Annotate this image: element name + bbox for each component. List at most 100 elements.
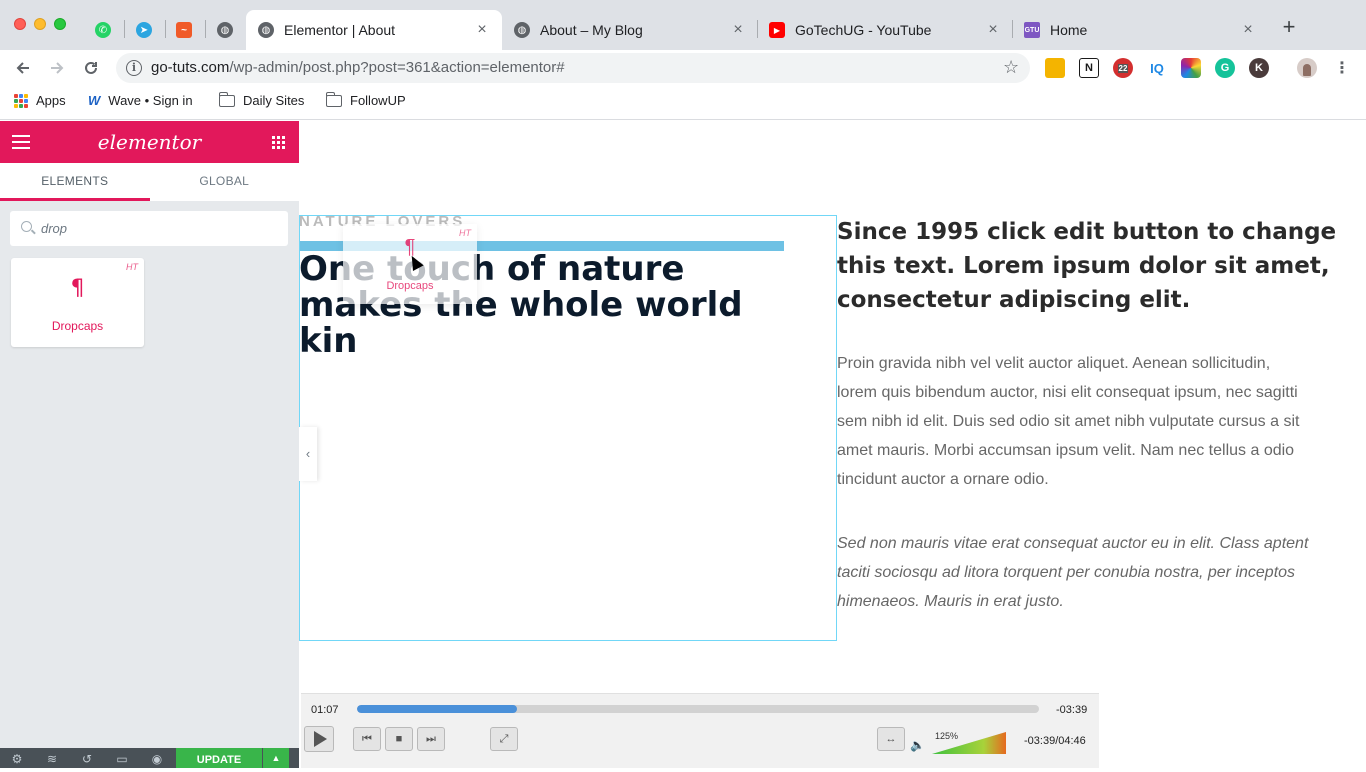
tab-elementor-about[interactable]: ◍ Elementor | About ×: [246, 10, 502, 50]
speaker-icon[interactable]: 🔈: [910, 738, 925, 752]
forward-button[interactable]: [45, 56, 69, 80]
widget-label: Dropcaps: [51, 319, 104, 333]
elementor-logo: elementor: [97, 130, 202, 154]
window-close-button[interactable]: [14, 18, 26, 30]
reload-button[interactable]: [79, 56, 103, 80]
analytics-icon: ~: [176, 22, 192, 38]
volume-percent: 125%: [935, 731, 959, 741]
whatsapp-icon: ✆: [95, 22, 111, 38]
new-tab-button[interactable]: +: [1278, 16, 1300, 38]
globe-icon: ◍: [514, 22, 530, 38]
tab-close-icon[interactable]: ×: [474, 21, 490, 39]
k-extension-icon[interactable]: K: [1249, 58, 1269, 78]
browser-menu-button[interactable]: ⋮: [1330, 56, 1354, 80]
widget-search-input[interactable]: drop: [10, 211, 288, 246]
search-icon: [21, 221, 32, 232]
window-minimize-button[interactable]: [34, 18, 46, 30]
widget-dropcaps[interactable]: HT ¶ Dropcaps: [11, 258, 144, 347]
tab-home[interactable]: GTU Home ×: [1012, 10, 1268, 50]
url-path: /wp-admin/post.php?post=361&action=eleme…: [229, 59, 565, 76]
browser-toolbar: i go-tuts.com/wp-admin/post.php?post=361…: [0, 50, 1366, 86]
paragraph-line: Sed non mauris vitae erat consequat auct…: [837, 535, 1309, 552]
fullscreen-button[interactable]: ⤢: [490, 727, 518, 751]
editor-canvas: NATURE LOVERS One touch of nature makes …: [299, 121, 1366, 768]
stretch-button[interactable]: ↔: [877, 727, 905, 751]
pinned-tab-telegram[interactable]: ➤: [125, 14, 163, 46]
tab-close-icon[interactable]: ×: [730, 21, 746, 39]
bookmarks-bar: Apps W Wave • Sign in Daily Sites Follow…: [0, 86, 1366, 120]
widgets-grid-icon[interactable]: [272, 136, 285, 149]
bookmark-apps[interactable]: Apps: [14, 93, 66, 108]
bookmark-followup[interactable]: FollowUP: [325, 91, 406, 108]
wave-icon: W: [88, 93, 101, 108]
folder-icon: [218, 91, 235, 107]
about-italic-paragraph[interactable]: Sed non mauris vitae erat consequat auct…: [837, 529, 1366, 616]
paragraph-line: lorem quis bibendum auctor, nisi elit co…: [837, 384, 1298, 401]
url-text[interactable]: go-tuts.com/wp-admin/post.php?post=361&a…: [151, 59, 565, 76]
tab-title: About – My Blog: [540, 22, 643, 38]
settings-gear-icon[interactable]: ⚙: [10, 752, 24, 766]
widget-badge: HT: [126, 262, 138, 272]
browser-tab-strip: ✆ ➤ ~ ◍ ◍ Elementor | About × ◍ About – …: [0, 0, 1366, 50]
apps-grid-icon: [14, 93, 28, 108]
update-options-caret-icon[interactable]: ▲: [263, 748, 289, 768]
bookmark-daily-sites[interactable]: Daily Sites: [218, 91, 305, 108]
pinned-tab-whatsapp[interactable]: ✆: [84, 14, 122, 46]
search-value: drop: [41, 221, 68, 236]
tab-title: Elementor | About: [284, 22, 396, 38]
about-heading[interactable]: Since 1995 click edit button to change t…: [837, 215, 1357, 317]
update-button[interactable]: UPDATE: [176, 748, 262, 768]
paragraph-line: himenaeos. Mauris in erat justo.: [837, 593, 1064, 610]
video-player-controls: 01:07 -03:39 ⏮ ■ ⏭ ⤢ ↔ 🔈 125% -03:39/04:…: [301, 693, 1099, 768]
about-paragraph[interactable]: Proin gravida nibh vel velit auctor aliq…: [837, 349, 1366, 494]
bookmark-label: FollowUP: [350, 93, 406, 108]
back-button[interactable]: [11, 56, 35, 80]
tab-title: GoTechUG - YouTube: [795, 22, 932, 38]
profile-avatar-icon[interactable]: [1297, 58, 1317, 78]
grammarly-extension-icon[interactable]: G: [1215, 58, 1235, 78]
tab-close-icon[interactable]: ×: [1240, 21, 1256, 39]
pinned-tab-globe[interactable]: ◍: [206, 14, 244, 46]
arrow-right-icon: [51, 62, 64, 74]
site-info-icon[interactable]: i: [126, 60, 142, 76]
bookmark-star-icon[interactable]: ☆: [1003, 57, 1019, 78]
tab-gotechug-youtube[interactable]: ▶ GoTechUG - YouTube ×: [757, 10, 1013, 50]
gtu-icon: GTU: [1024, 22, 1040, 38]
folder-icon: [325, 91, 342, 107]
globe-icon: ◍: [258, 22, 274, 38]
iq-extension-icon[interactable]: IQ: [1147, 58, 1167, 78]
address-bar[interactable]: i go-tuts.com/wp-admin/post.php?post=361…: [116, 53, 1030, 83]
n-extension-icon[interactable]: N: [1079, 58, 1099, 78]
seek-bar[interactable]: [357, 705, 1039, 713]
tab-global[interactable]: GLOBAL: [150, 163, 300, 201]
tab-about-my-blog[interactable]: ◍ About – My Blog ×: [502, 10, 758, 50]
paragraph-line: tincidunt auctor a ornare odio.: [837, 471, 1049, 488]
stop-button[interactable]: ■: [385, 727, 413, 751]
history-icon[interactable]: ↺: [80, 752, 94, 766]
panel-header: elementor: [0, 121, 299, 163]
previous-button[interactable]: ⏮: [353, 727, 381, 751]
bookmark-wave[interactable]: W Wave • Sign in: [88, 93, 193, 108]
navigator-layers-icon[interactable]: ≋: [45, 752, 59, 766]
notes-extension-icon[interactable]: [1045, 58, 1065, 78]
responsive-mode-icon[interactable]: ▭: [115, 752, 129, 766]
telegram-icon: ➤: [136, 22, 152, 38]
arrow-left-icon: [16, 62, 29, 74]
paragraph-line: taciti sociosqu ad litora torquent per c…: [837, 564, 1296, 581]
youtube-icon: ▶: [769, 22, 785, 38]
preview-eye-icon[interactable]: ◉: [150, 752, 164, 766]
next-button[interactable]: ⏭: [417, 727, 445, 751]
color-extension-icon[interactable]: [1181, 58, 1201, 78]
tab-elements[interactable]: ELEMENTS: [0, 163, 150, 201]
panel-collapse-button[interactable]: ‹: [299, 427, 317, 481]
pilcrow-icon: ¶: [70, 276, 85, 301]
window-zoom-button[interactable]: [54, 18, 66, 30]
abp-extension-icon[interactable]: 22: [1113, 58, 1133, 78]
panel-tabs: ELEMENTS GLOBAL: [0, 163, 299, 201]
tab-close-icon[interactable]: ×: [985, 21, 1001, 39]
seek-progress: [357, 705, 518, 713]
bookmark-label: Daily Sites: [243, 93, 305, 108]
time-total: -03:39/04:46: [1024, 735, 1086, 747]
pinned-tab-analytics[interactable]: ~: [165, 14, 203, 46]
play-button[interactable]: [304, 726, 334, 752]
